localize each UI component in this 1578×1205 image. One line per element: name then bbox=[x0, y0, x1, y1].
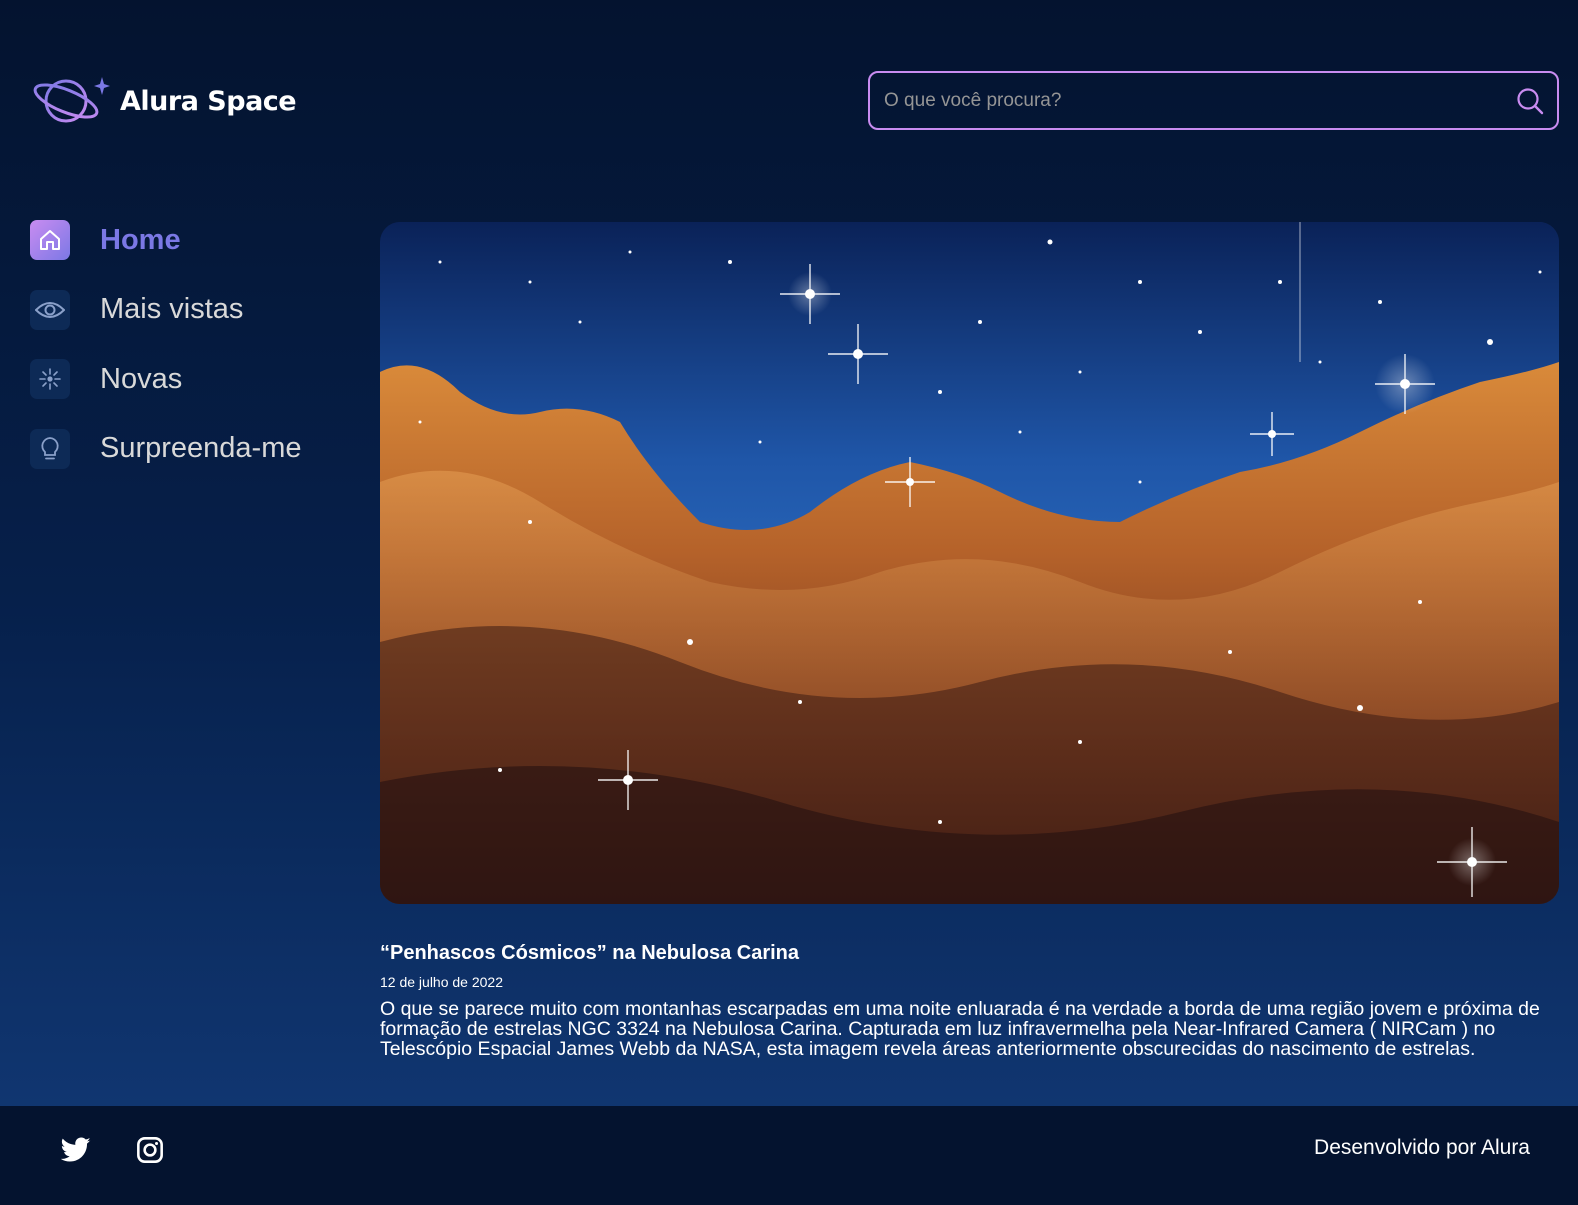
sidebar-item-home[interactable]: Home bbox=[30, 220, 350, 260]
sidebar-item-label: Novas bbox=[100, 362, 183, 395]
article: “Penhascos Cósmicos” na Nebulosa Carina … bbox=[380, 942, 1560, 1059]
sparkle-icon bbox=[30, 359, 70, 399]
article-description: O que se parece muito com montanhas esca… bbox=[380, 998, 1540, 1060]
sidebar-item-novas[interactable]: Novas bbox=[30, 359, 350, 399]
sidebar-nav: Home Mais vistas Novas Surpreenda-me bbox=[30, 220, 350, 498]
search-bar bbox=[868, 71, 1559, 130]
featured-image[interactable] bbox=[380, 222, 1559, 904]
search-icon[interactable] bbox=[1515, 86, 1545, 116]
eye-icon bbox=[30, 289, 70, 330]
planet-logo-icon bbox=[32, 71, 110, 132]
article-title: “Penhascos Cósmicos” na Nebulosa Carina bbox=[380, 942, 800, 964]
sidebar-item-surpreenda-me[interactable]: Surpreenda-me bbox=[30, 428, 350, 469]
logo-text: Alura Space bbox=[120, 85, 297, 117]
sidebar-item-label: Home bbox=[100, 223, 181, 256]
sidebar-item-label: Mais vistas bbox=[100, 293, 244, 325]
footer-credit: Desenvolvido por Alura bbox=[1314, 1136, 1530, 1159]
logo[interactable]: Alura Space bbox=[32, 71, 297, 132]
search-input[interactable] bbox=[884, 89, 1515, 112]
footer: Desenvolvido por Alura bbox=[0, 1106, 1578, 1205]
social-links bbox=[60, 1134, 166, 1166]
home-icon bbox=[30, 220, 70, 260]
sidebar-item-mais-vistas[interactable]: Mais vistas bbox=[30, 289, 350, 330]
article-date: 12 de julho de 2022 bbox=[380, 974, 503, 990]
instagram-icon[interactable] bbox=[134, 1134, 166, 1166]
twitter-icon[interactable] bbox=[60, 1134, 92, 1166]
lightbulb-icon bbox=[30, 428, 70, 469]
sidebar-item-label: Surpreenda-me bbox=[100, 432, 302, 464]
